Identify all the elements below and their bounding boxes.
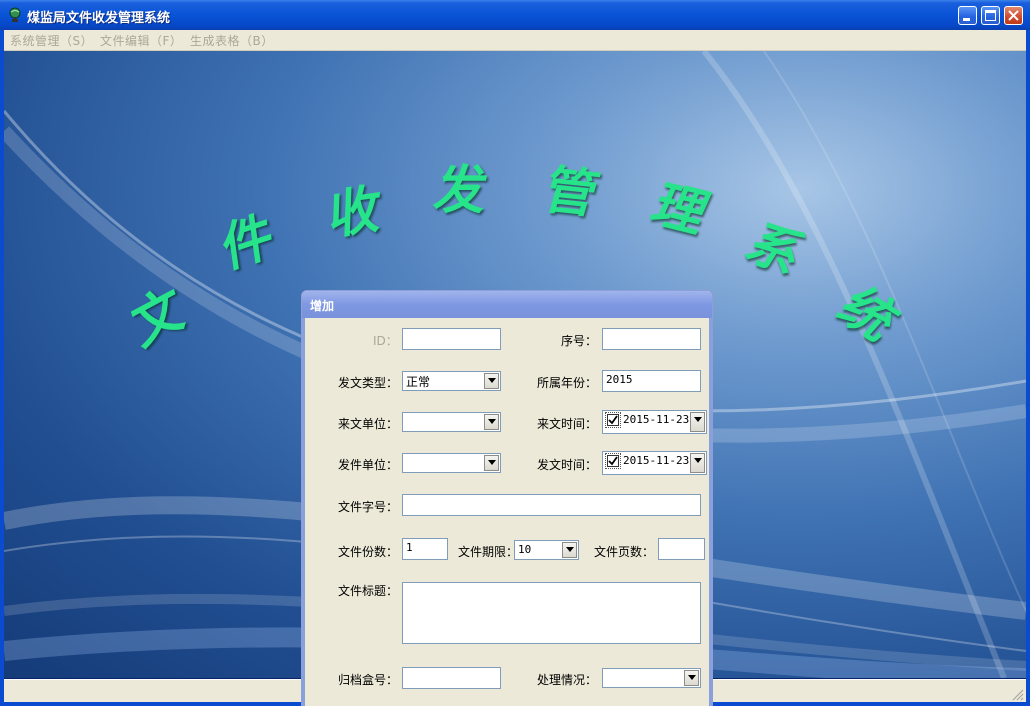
received-time-label: 来文时间： bbox=[537, 417, 598, 431]
main-window: 煤监局文件收发管理系统 系统管理（S） 文件编辑（F） 生成表格（B） 文件收发… bbox=[0, 0, 1030, 706]
background-title-char: 发 bbox=[429, 160, 493, 221]
term-select[interactable]: 10 bbox=[514, 540, 579, 560]
menu-file-edit[interactable]: 文件编辑（F） bbox=[100, 32, 182, 49]
checkmark-icon bbox=[608, 415, 618, 425]
copies-label: 文件份数： bbox=[338, 545, 399, 559]
dialog-title: 增加 bbox=[310, 299, 335, 313]
doc-number-input[interactable] bbox=[402, 494, 701, 516]
resize-grip-icon[interactable] bbox=[1012, 689, 1024, 701]
received-time-checkbox[interactable] bbox=[605, 412, 621, 428]
menu-generate-table[interactable]: 生成表格（B） bbox=[190, 32, 274, 49]
pages-input[interactable] bbox=[658, 538, 705, 560]
term-dropdown-button[interactable] bbox=[562, 542, 577, 558]
send-time-picker[interactable]: 2015-11-23 bbox=[602, 451, 707, 475]
send-unit-label: 发件单位： bbox=[338, 458, 399, 472]
maximize-button[interactable] bbox=[981, 6, 1000, 25]
send-unit-dropdown-button[interactable] bbox=[484, 455, 499, 471]
send-time-label: 发文时间： bbox=[537, 458, 598, 472]
year-label: 所属年份： bbox=[537, 376, 598, 390]
doc-number-label: 文件字号： bbox=[338, 500, 399, 514]
send-time-value: 2015-11-23 bbox=[623, 454, 690, 467]
dialog-body: ID： 序号： 发文类型： 正常 所属年份： 2015 来文单位： 来文时间： bbox=[302, 318, 712, 706]
from-unit-label: 来文单位： bbox=[338, 417, 399, 431]
window-frame-right bbox=[1026, 30, 1030, 706]
copies-input[interactable]: 1 bbox=[402, 538, 448, 560]
id-input[interactable] bbox=[402, 328, 501, 350]
send-time-checkbox[interactable] bbox=[605, 453, 621, 469]
from-unit-select[interactable] bbox=[402, 412, 501, 432]
checkmark-icon bbox=[608, 456, 618, 466]
close-button[interactable] bbox=[1004, 6, 1023, 25]
archive-label: 归档盒号： bbox=[338, 673, 399, 687]
minimize-icon bbox=[963, 18, 970, 21]
term-value: 10 bbox=[518, 543, 532, 556]
term-label: 文件期限： bbox=[458, 545, 519, 559]
dialog-title-bar[interactable]: 增加 bbox=[302, 291, 712, 318]
doc-title-textarea[interactable] bbox=[402, 582, 701, 644]
doc-type-label: 发文类型： bbox=[338, 376, 399, 390]
doc-type-value: 正常 bbox=[406, 375, 431, 389]
window-title: 煤监局文件收发管理系统 bbox=[27, 11, 171, 26]
status-label: 处理情况： bbox=[537, 673, 598, 687]
received-time-picker[interactable]: 2015-11-23 bbox=[602, 410, 707, 434]
maximize-icon bbox=[985, 10, 996, 21]
send-time-dropdown-button[interactable] bbox=[690, 453, 705, 473]
year-input[interactable]: 2015 bbox=[602, 370, 701, 392]
seq-label: 序号： bbox=[561, 334, 598, 348]
background-title-char: 收 bbox=[328, 177, 382, 248]
title-bar[interactable]: 煤监局文件收发管理系统 bbox=[0, 0, 1030, 30]
chevron-down-icon bbox=[488, 378, 496, 383]
menu-system-management[interactable]: 系统管理（S） bbox=[10, 32, 93, 49]
received-time-dropdown-button[interactable] bbox=[690, 412, 705, 432]
send-unit-select[interactable] bbox=[402, 453, 501, 473]
chevron-down-icon bbox=[566, 547, 574, 552]
doc-title-label: 文件标题： bbox=[338, 584, 399, 598]
add-dialog: 增加 ID： 序号： 发文类型： 正常 所属年份： 2015 来文单位： 来文时… bbox=[301, 290, 713, 706]
seq-input[interactable] bbox=[602, 328, 701, 350]
doc-type-select[interactable]: 正常 bbox=[402, 371, 501, 391]
from-unit-dropdown-button[interactable] bbox=[484, 414, 499, 430]
chevron-down-icon bbox=[694, 458, 702, 463]
id-label: ID： bbox=[373, 334, 398, 348]
doc-type-dropdown-button[interactable] bbox=[484, 373, 499, 389]
status-select[interactable] bbox=[602, 668, 701, 688]
received-time-value: 2015-11-23 bbox=[623, 413, 690, 426]
menu-bar: 系统管理（S） 文件编辑（F） 生成表格（B） bbox=[4, 30, 1026, 51]
status-dropdown-button[interactable] bbox=[684, 670, 699, 686]
chevron-down-icon bbox=[488, 419, 496, 424]
chevron-down-icon bbox=[688, 675, 696, 680]
app-globe-icon bbox=[9, 7, 21, 22]
minimize-button[interactable] bbox=[958, 6, 977, 25]
chevron-down-icon bbox=[694, 417, 702, 422]
pages-label: 文件页数： bbox=[594, 545, 655, 559]
chevron-down-icon bbox=[488, 460, 496, 465]
close-icon bbox=[1008, 10, 1019, 21]
archive-input[interactable] bbox=[402, 667, 501, 689]
